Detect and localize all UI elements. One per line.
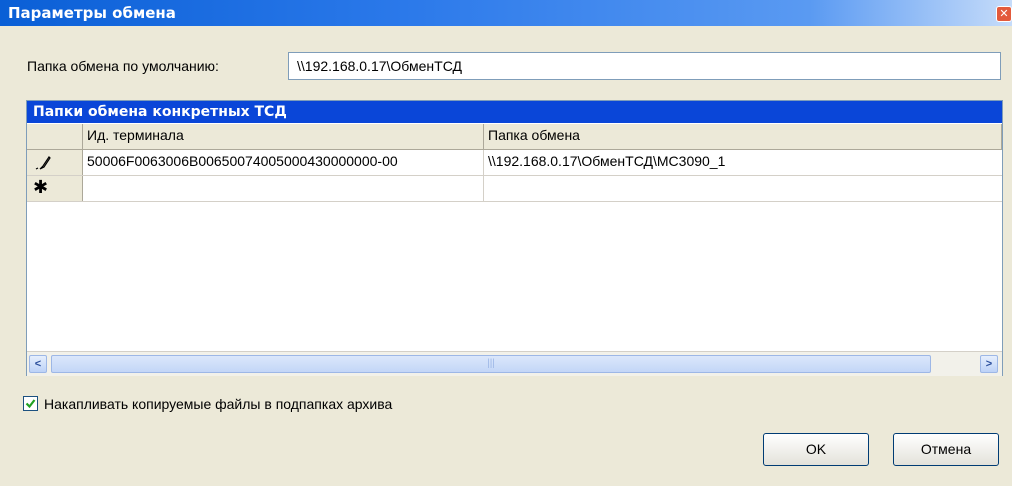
- row-selector-header: [27, 124, 83, 149]
- title-bar[interactable]: Параметры обмена ✕: [0, 0, 1012, 26]
- cell-folder[interactable]: \\192.168.0.17\ОбменТСД\MC3090_1: [484, 150, 1002, 175]
- terminal-folders-panel: Папки обмена конкретных ТСД Ид. терминал…: [26, 100, 1003, 376]
- ok-button[interactable]: OK: [763, 433, 869, 466]
- new-row[interactable]: ✱: [27, 176, 1002, 202]
- row-selector[interactable]: [27, 150, 83, 175]
- close-icon: ✕: [999, 7, 1009, 20]
- column-header-folder[interactable]: Папка обмена: [484, 124, 1002, 149]
- cell-terminal-id-new[interactable]: [83, 176, 484, 201]
- checkmark-icon: [25, 399, 36, 409]
- terminal-folders-title: Папки обмена конкретных ТСД: [27, 101, 1002, 123]
- default-folder-label: Папка обмена по умолчанию:: [27, 58, 219, 74]
- accumulate-label[interactable]: Накапливать копируемые файлы в подпапках…: [44, 396, 392, 412]
- close-button[interactable]: ✕: [996, 6, 1012, 22]
- column-header-terminal-id[interactable]: Ид. терминала: [83, 124, 484, 149]
- window-title: Параметры обмена: [8, 4, 176, 22]
- chevron-left-icon: <: [34, 358, 42, 370]
- cell-folder-new[interactable]: [484, 176, 1002, 201]
- cancel-button[interactable]: Отмена: [893, 433, 999, 466]
- new-row-asterisk-icon: ✱: [33, 177, 49, 198]
- grip-icon: |||: [487, 358, 495, 369]
- cell-terminal-id[interactable]: 50006F0063006B00650074005000430000000-00: [83, 150, 484, 175]
- scroll-left-button[interactable]: <: [29, 355, 47, 373]
- table-row[interactable]: 50006F0063006B00650074005000430000000-00…: [27, 150, 1002, 176]
- pencil-icon: [35, 156, 51, 170]
- chevron-right-icon: >: [985, 358, 993, 370]
- scroll-thumb[interactable]: |||: [51, 355, 931, 373]
- accumulate-checkbox[interactable]: [23, 396, 38, 411]
- horizontal-scrollbar[interactable]: < ||| >: [27, 351, 1002, 376]
- row-selector-new[interactable]: ✱: [27, 176, 83, 201]
- grid-header: Ид. терминала Папка обмена: [27, 124, 1002, 150]
- default-folder-input[interactable]: \\192.168.0.17\ОбменТСД: [288, 52, 1001, 80]
- scroll-right-button[interactable]: >: [980, 355, 998, 373]
